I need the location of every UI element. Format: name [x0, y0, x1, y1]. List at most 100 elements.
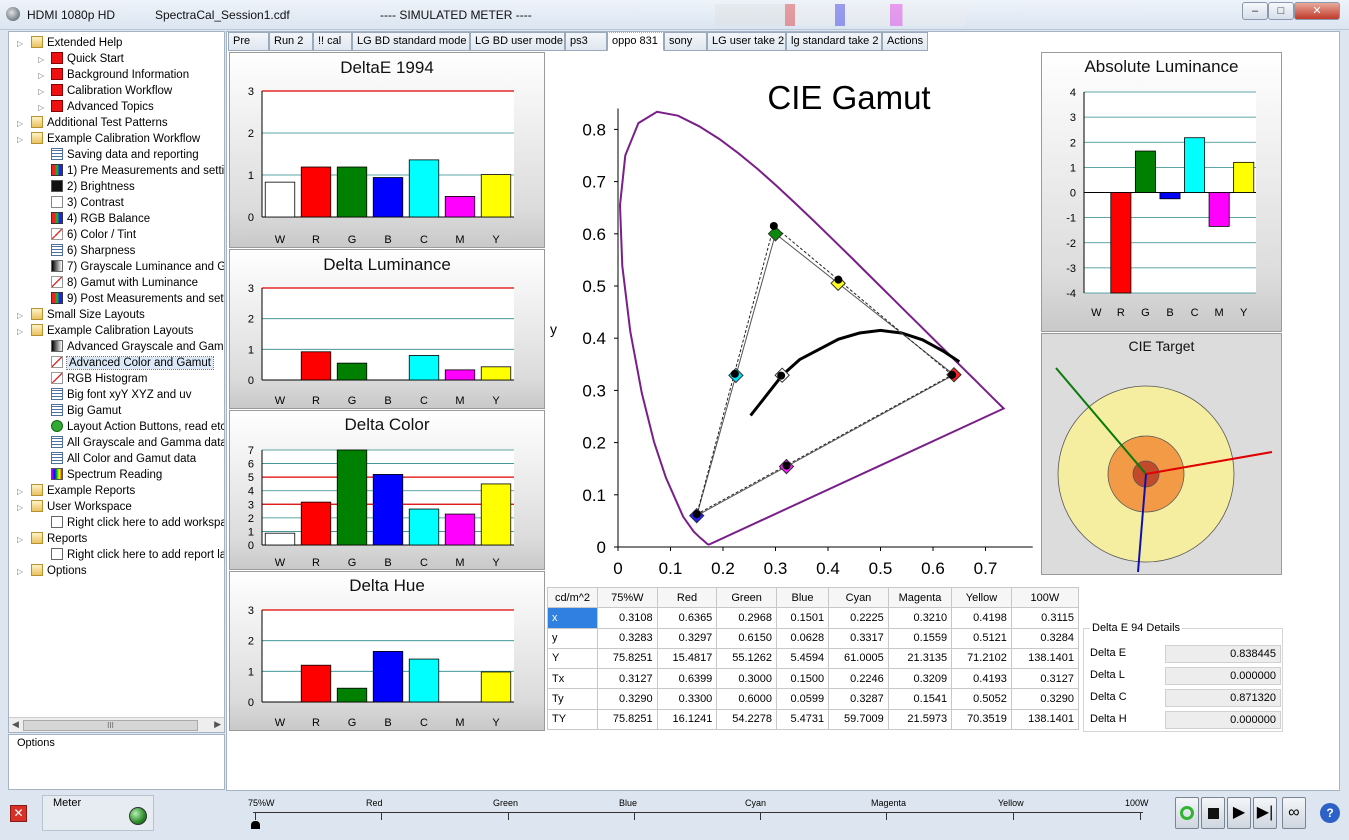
tree-item[interactable]: Advanced Grayscale and Gamm [51, 339, 224, 355]
scroll-left-icon[interactable]: ◀ [12, 719, 19, 730]
table-cell[interactable]: 0.6399 [656, 668, 718, 690]
tab-sony[interactable]: sony [664, 32, 707, 51]
table-cell[interactable]: 21.5973 [887, 708, 953, 731]
tree-item[interactable]: Example Calibration Layouts [31, 323, 193, 339]
row-header[interactable]: Ty [547, 688, 598, 710]
table-cell[interactable]: 0.3115 [1010, 607, 1080, 629]
table-cell[interactable]: 0.6150 [716, 627, 777, 649]
tree-item[interactable]: Layout Action Buttons, read etc. [51, 419, 224, 435]
help-button[interactable]: ? [1320, 803, 1340, 823]
tree-item[interactable]: Example Calibration Workflow [31, 131, 200, 147]
tree-item[interactable]: 2) Brightness [51, 179, 135, 195]
tab-ps3[interactable]: ps3 [565, 32, 607, 51]
table-cell[interactable]: 0.3210 [887, 607, 953, 629]
tab-lg-bd-user-mode[interactable]: LG BD user mode [470, 32, 565, 51]
table-cell[interactable]: 138.1401 [1010, 708, 1080, 731]
table-row[interactable]: Ty 0.3290 0.3300 0.6000 0.0599 0.3287 0.1541 0.… [547, 688, 1080, 710]
expand-icon[interactable]: ▷ [17, 487, 23, 496]
table-cell[interactable]: 61.0005 [828, 647, 889, 670]
expand-icon[interactable]: ▷ [38, 71, 44, 80]
table-cell[interactable]: 0.5052 [951, 688, 1012, 710]
table-cell[interactable]: 75.8251 [597, 647, 658, 670]
table-cell[interactable]: 0.3209 [887, 668, 953, 690]
table-cell[interactable]: 138.1401 [1010, 647, 1080, 670]
stop-button[interactable] [1201, 797, 1225, 829]
tree-item[interactable]: 4) RGB Balance [51, 211, 150, 227]
expand-icon[interactable]: ▷ [17, 119, 23, 128]
tree-item[interactable]: Spectrum Reading [51, 467, 162, 483]
table-cell[interactable]: 0.3108 [597, 607, 658, 629]
row-header[interactable]: x [547, 607, 598, 629]
tab-run-2[interactable]: Run 2 [269, 32, 313, 51]
table-cell[interactable]: 0.1501 [775, 607, 830, 629]
column-header[interactable]: 75%W [597, 586, 658, 609]
tree-item[interactable]: Reports [31, 531, 87, 547]
tree-item[interactable]: Quick Start [51, 51, 124, 67]
table-cell[interactable]: 75.8251 [597, 708, 658, 731]
table-row[interactable]: Y 75.8251 15.4817 55.1262 5.4594 61.0005 21.31… [547, 647, 1080, 670]
expand-icon[interactable]: ▷ [38, 87, 44, 96]
table-cell[interactable]: 70.3519 [951, 708, 1012, 731]
tree-item[interactable]: 3) Contrast [51, 195, 124, 211]
tree-item[interactable]: Options [31, 563, 87, 579]
pattern-slider[interactable]: 75%W Red Green Blue Cyan Magenta Yellow 100W [248, 797, 1158, 829]
meter-status-icon[interactable] [129, 807, 147, 825]
tab--cal[interactable]: !! cal [313, 32, 352, 51]
row-header[interactable]: y [547, 627, 598, 649]
expand-icon[interactable]: ▷ [17, 135, 23, 144]
table-cell[interactable]: 71.2102 [951, 647, 1012, 670]
table-cell[interactable]: 0.1541 [887, 688, 953, 710]
expand-icon[interactable]: ▷ [17, 327, 23, 336]
table-cell[interactable]: 0.6000 [716, 688, 777, 710]
tree-item[interactable]: Extended Help [31, 35, 122, 51]
expand-icon[interactable]: ▷ [17, 39, 23, 48]
maximize-button[interactable]: □ [1268, 2, 1294, 20]
expand-icon[interactable]: ▷ [17, 311, 23, 320]
table-cell[interactable]: 0.4198 [951, 607, 1012, 629]
table-cell[interactable]: 0.3287 [828, 688, 889, 710]
tree-item[interactable]: 1) Pre Measurements and setting [51, 163, 224, 179]
tab-lg-standard-take-2[interactable]: lg standard take 2 [786, 32, 882, 51]
table-cell[interactable]: 59.7009 [828, 708, 889, 731]
table-cell[interactable]: 0.3000 [716, 668, 777, 690]
column-header[interactable]: Yellow [951, 586, 1012, 609]
slider-handle[interactable] [251, 821, 260, 829]
table-cell[interactable]: 55.1262 [716, 647, 777, 670]
table-cell[interactable]: 0.2225 [828, 607, 889, 629]
row-header[interactable]: Tx [547, 668, 598, 690]
tree-item[interactable]: RGB Histogram [51, 371, 148, 387]
layout-tree[interactable]: ▷ Extended Help ▷ Quick Start ▷ Background In… [8, 31, 225, 733]
expand-icon[interactable]: ▷ [17, 535, 23, 544]
tree-item[interactable]: 6) Sharpness [51, 243, 135, 259]
tree-item[interactable]: User Workspace [31, 499, 132, 515]
column-header[interactable]: Cyan [828, 586, 889, 609]
table-cell[interactable]: 0.0599 [775, 688, 830, 710]
table-cell[interactable]: 21.3135 [887, 647, 953, 670]
table-row[interactable]: TY 75.8251 16.1241 54.2278 5.4731 59.7009 21.5… [547, 708, 1080, 731]
tab-lg-user-take-2[interactable]: LG user take 2 [707, 32, 786, 51]
tree-item[interactable]: 9) Post Measurements and settir [51, 291, 224, 307]
column-header[interactable]: Red [656, 586, 718, 609]
table-cell[interactable]: 5.4594 [775, 647, 830, 670]
table-row[interactable]: x 0.3108 0.6365 0.2968 0.1501 0.2225 0.3210 0.4… [547, 607, 1080, 629]
close-meter-button[interactable]: ✕ [10, 805, 27, 822]
tree-item[interactable]: Small Size Layouts [31, 307, 145, 323]
table-cell[interactable]: 0.4193 [951, 668, 1012, 690]
table-row[interactable]: y 0.3283 0.3297 0.6150 0.0628 0.3317 0.1559 0.5… [547, 627, 1080, 649]
column-header[interactable]: Blue [775, 586, 830, 609]
table-row[interactable]: Tx 0.3127 0.6399 0.3000 0.1500 0.2246 0.3209 0.… [547, 668, 1080, 690]
tab-pre[interactable]: Pre [228, 32, 269, 51]
column-header[interactable]: cd/m^2 [547, 586, 598, 609]
table-cell[interactable]: 0.5121 [951, 627, 1012, 649]
table-cell[interactable]: 0.3127 [597, 668, 658, 690]
expand-icon[interactable]: ▷ [17, 567, 23, 576]
tree-item[interactable]: Saving data and reporting [51, 147, 199, 163]
tree-item[interactable]: 6) Color / Tint [51, 227, 136, 243]
table-cell[interactable]: 0.3290 [1010, 688, 1080, 710]
tab-oppo-831[interactable]: oppo 831 [607, 32, 664, 51]
tab-lg-bd-standard-mode[interactable]: LG BD standard mode [352, 32, 470, 51]
table-cell[interactable]: 0.6365 [656, 607, 718, 629]
table-cell[interactable]: 0.3283 [597, 627, 658, 649]
minimize-button[interactable]: ‒ [1242, 2, 1268, 20]
column-header[interactable]: 100W [1010, 586, 1080, 609]
